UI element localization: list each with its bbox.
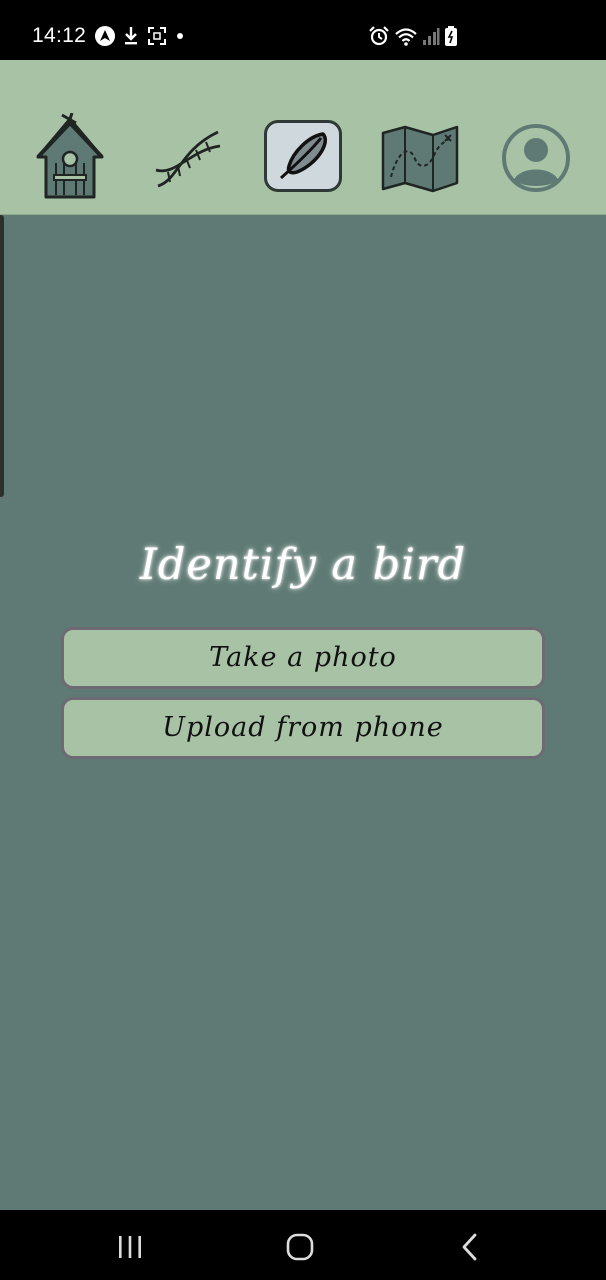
birdhouse-icon	[36, 113, 104, 199]
home-button[interactable]	[280, 1230, 320, 1264]
nav-profile[interactable]	[494, 116, 578, 200]
dna-icon	[155, 130, 221, 188]
nav-feather[interactable]	[264, 120, 342, 192]
nav-dna[interactable]	[146, 116, 230, 200]
upload-from-phone-button[interactable]: Upload from phone	[61, 697, 545, 759]
profile-icon	[502, 124, 570, 192]
status-right-icons	[368, 24, 458, 48]
app-screen: 14:12 Identify a bird Take a photo Uploa…	[0, 0, 606, 1280]
nav-map[interactable]	[378, 116, 462, 200]
top-nav	[0, 60, 606, 215]
signal-icon	[423, 28, 440, 45]
system-nav-bar	[0, 1210, 606, 1280]
recent-apps-icon	[119, 1236, 141, 1258]
main-content: Identify a bird Take a photo Upload from…	[0, 215, 606, 1210]
download-icon	[125, 27, 137, 45]
status-time: 14:12	[32, 24, 87, 47]
wifi-icon	[395, 28, 417, 46]
status-bar: 14:12	[0, 0, 606, 60]
nav-arrow-icon	[95, 26, 115, 46]
screenshot-icon	[148, 27, 166, 45]
back-button[interactable]	[450, 1230, 490, 1264]
back-icon	[462, 1233, 477, 1261]
home-icon	[286, 1233, 314, 1261]
page-title: Identify a bird	[139, 540, 467, 590]
recent-apps-button[interactable]	[110, 1230, 150, 1264]
map-icon	[381, 125, 459, 193]
edge-panel-handle[interactable]	[0, 215, 4, 497]
take-photo-button[interactable]: Take a photo	[61, 627, 545, 689]
nav-birdhouse[interactable]	[28, 113, 112, 200]
battery-icon	[445, 26, 457, 46]
dot-icon	[177, 33, 183, 39]
status-left-icons	[94, 24, 186, 48]
feather-icon	[279, 132, 327, 180]
alarm-icon	[369, 26, 389, 46]
